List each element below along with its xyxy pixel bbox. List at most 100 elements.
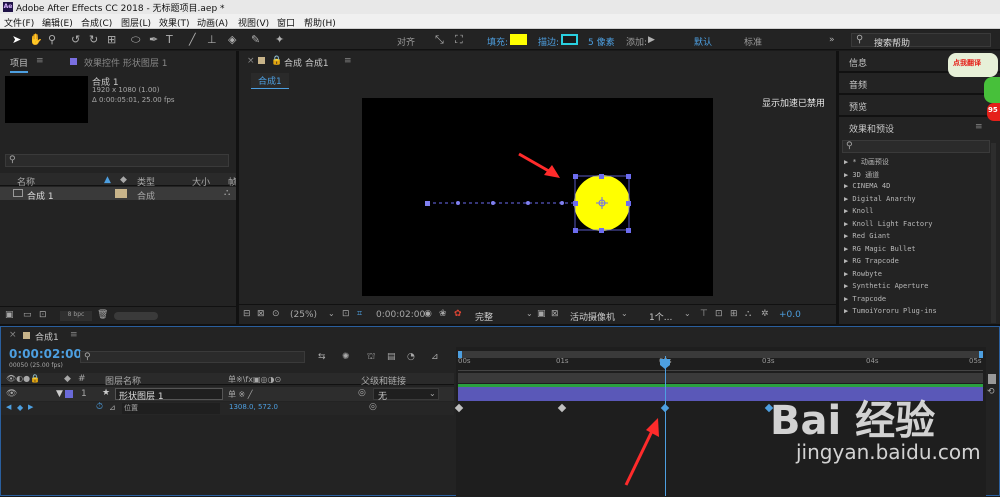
shape-layer-graphic[interactable] bbox=[362, 98, 713, 296]
chevron-down-icon[interactable]: ⌄ bbox=[526, 309, 533, 318]
stopwatch-icon[interactable]: ⏱ bbox=[96, 402, 103, 412]
effects-category[interactable]: ▶ TumoiYororu Plug-ins bbox=[844, 307, 937, 315]
preview-panel-title[interactable]: 预览 bbox=[849, 100, 867, 113]
effects-category[interactable]: ▶ * 动画预设 bbox=[844, 157, 889, 167]
effects-category[interactable]: ▶ Trapcode bbox=[844, 295, 886, 303]
menu-composition[interactable]: 合成(C) bbox=[81, 16, 112, 29]
stroke-color-swatch[interactable] bbox=[561, 34, 578, 45]
new-comp-icon[interactable]: ⊡ bbox=[39, 310, 47, 320]
effects-category[interactable]: ▶ Red Giant bbox=[844, 232, 890, 240]
pan-behind-tool-icon[interactable]: ⊞ bbox=[107, 33, 116, 47]
timeline-menu-icon[interactable]: ≡ bbox=[70, 330, 78, 340]
channel-icon[interactable]: ✿ bbox=[454, 309, 462, 319]
layer-label-chip[interactable] bbox=[65, 390, 73, 398]
chevron-down-icon[interactable]: ⌄ bbox=[429, 389, 436, 398]
add-play-icon[interactable]: ▶ bbox=[648, 33, 655, 47]
eraser-tool-icon[interactable]: ◈ bbox=[228, 33, 236, 47]
resolution-select[interactable]: 完整 bbox=[475, 310, 493, 323]
effects-category[interactable]: ▶ CINEMA 4D bbox=[844, 182, 890, 190]
zoom-value[interactable]: (25%) bbox=[290, 310, 317, 320]
show-snapshot-icon[interactable]: ❀ bbox=[439, 309, 447, 319]
menu-view[interactable]: 视图(V) bbox=[238, 16, 269, 29]
type-tool-icon[interactable]: T bbox=[166, 33, 173, 47]
layer-switches[interactable]: 单 ※ ╱ bbox=[228, 389, 253, 400]
brush-tool-icon[interactable]: ╱ bbox=[189, 33, 196, 47]
bpc-button[interactable]: 8 bpc bbox=[60, 311, 92, 321]
info-panel-title[interactable]: 信息 bbox=[849, 56, 867, 69]
snap-icon[interactable]: ⤡ bbox=[435, 33, 444, 47]
vr-icon[interactable]: ⊠ bbox=[257, 309, 265, 319]
prev-keyframe-icon[interactable]: ◀ bbox=[6, 403, 11, 411]
graph-icon[interactable]: ⊿ bbox=[109, 403, 116, 412]
snapshot-icon[interactable]: ◉ bbox=[424, 309, 432, 319]
lock-icon[interactable]: 🔒 bbox=[271, 56, 282, 66]
comp-duration-bar[interactable] bbox=[458, 373, 983, 383]
effects-search-input[interactable]: ⚲ bbox=[842, 140, 990, 153]
chevron-down-icon[interactable]: ⌄ bbox=[684, 309, 691, 318]
interpret-footage-icon[interactable]: ▣ bbox=[5, 310, 14, 320]
effects-scrollbar[interactable] bbox=[991, 143, 996, 323]
draft-3d-icon[interactable]: ✺ bbox=[342, 352, 350, 362]
property-row[interactable]: ◀ ◆ ▶ ⏱ ⊿ 位置 1308.0, 572.0 ◎ bbox=[1, 402, 454, 415]
chevron-down-icon[interactable]: ⌄ bbox=[328, 309, 335, 318]
comp-menu-icon[interactable]: ≡ bbox=[344, 56, 352, 66]
workspace-default[interactable]: 默认 bbox=[694, 35, 712, 48]
fast-preview-icon[interactable]: ⊡ bbox=[715, 309, 723, 319]
project-menu-icon[interactable]: ≡ bbox=[36, 56, 44, 66]
toggle-pixel-icon[interactable]: ⊤ bbox=[700, 309, 708, 319]
tab-effect-controls[interactable]: 效果控件 形状图层 1 bbox=[84, 56, 167, 69]
flowchart-icon[interactable]: ⛬ bbox=[224, 188, 230, 198]
menu-animation[interactable]: 动画(A) bbox=[197, 16, 228, 29]
timeline-search-input[interactable]: ⚲ bbox=[80, 351, 305, 363]
exposure-value[interactable]: +0.0 bbox=[779, 310, 801, 320]
work-area-bar[interactable] bbox=[458, 351, 983, 358]
comp-subtab[interactable]: 合成1 bbox=[251, 73, 289, 89]
menu-window[interactable]: 窗口 bbox=[277, 16, 295, 29]
effects-category[interactable]: ▶ Rowbyte bbox=[844, 270, 882, 278]
views-select[interactable]: 1个... bbox=[649, 310, 672, 323]
tab-timeline-comp[interactable]: 合成1 bbox=[35, 330, 59, 343]
position-value[interactable]: 1308.0, 572.0 bbox=[229, 403, 278, 411]
chevron-down-icon[interactable]: ⌄ bbox=[621, 309, 628, 318]
project-row[interactable]: 合成 1 合成 ⛬ bbox=[0, 187, 236, 202]
col-layer-name[interactable]: 图层名称 bbox=[105, 374, 141, 387]
effects-category[interactable]: ▶ RG Trapcode bbox=[844, 257, 899, 265]
layer-name-field[interactable]: 形状图层 1 bbox=[115, 388, 223, 402]
time-ruler[interactable] bbox=[458, 361, 983, 371]
search-help-input[interactable]: ⚲ 搜索帮助 bbox=[851, 33, 991, 49]
roto-brush-tool-icon[interactable]: ✎ bbox=[251, 33, 260, 47]
effects-menu-icon[interactable]: ≡ bbox=[975, 122, 983, 132]
expression-pick-icon[interactable]: ◎ bbox=[369, 402, 377, 412]
current-time[interactable]: 0:00:02:00 bbox=[376, 310, 425, 320]
rotate-tool-icon[interactable]: ↺ bbox=[71, 33, 80, 47]
visibility-eye-icon[interactable]: 👁 bbox=[6, 389, 17, 399]
next-keyframe-icon[interactable]: ▶ bbox=[28, 403, 33, 411]
translate-badge[interactable]: 点我翻译 bbox=[948, 53, 998, 77]
layer-row[interactable]: 👁 ▼ 1 ★ 形状图层 1 单 ※ ╱ ◎ 无 ⌄ bbox=[1, 387, 454, 402]
effects-category[interactable]: ▶ RG Magic Bullet bbox=[844, 245, 916, 253]
new-folder-icon[interactable]: ▭ bbox=[23, 310, 32, 320]
hand-tool-icon[interactable]: ✋ bbox=[29, 33, 43, 47]
project-search-input[interactable]: ⚲ bbox=[5, 154, 229, 167]
tab-composition[interactable]: 合成 合成1 bbox=[284, 56, 329, 69]
tab-project[interactable]: 项目 bbox=[10, 56, 29, 73]
panel-menu-icon[interactable]: » bbox=[829, 33, 835, 47]
mask-visibility-icon[interactable]: ⊙ bbox=[272, 309, 280, 319]
effects-category[interactable]: ▶ 3D 通道 bbox=[844, 170, 879, 180]
camera-tool-icon[interactable]: ↻ bbox=[89, 33, 98, 47]
clone-stamp-tool-icon[interactable]: ⊥ bbox=[207, 33, 217, 47]
menu-effect[interactable]: 效果(T) bbox=[159, 16, 190, 29]
comp-end-marker[interactable] bbox=[988, 374, 996, 384]
fit-icon[interactable]: ⊡ bbox=[342, 309, 350, 319]
pick-whip-icon[interactable]: ◎ bbox=[358, 388, 366, 398]
graph-editor-icon[interactable]: ⊿ bbox=[431, 352, 439, 362]
notification-count-badge[interactable]: 95 bbox=[987, 103, 1000, 121]
stroke-width[interactable]: 5 像素 bbox=[588, 35, 615, 48]
comp-marker-icon[interactable]: ⟲ bbox=[987, 387, 995, 397]
zoom-tool-icon[interactable]: ⚲ bbox=[48, 33, 56, 47]
menu-layer[interactable]: 图层(L) bbox=[121, 16, 151, 29]
menu-edit[interactable]: 编辑(E) bbox=[42, 16, 73, 29]
mascot-icon[interactable] bbox=[984, 77, 1000, 103]
effects-category[interactable]: ▶ Synthetic Aperture bbox=[844, 282, 928, 290]
add-keyframe-icon[interactable]: ◆ bbox=[17, 403, 23, 412]
